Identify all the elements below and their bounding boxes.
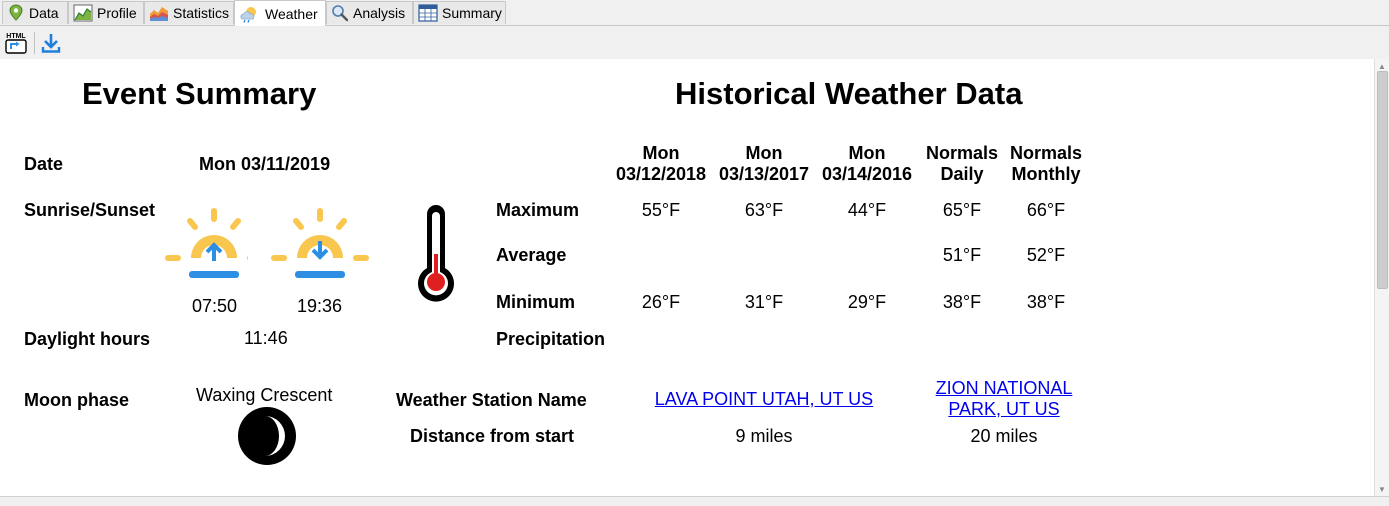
moon-phase-label: Moon phase: [24, 390, 130, 410]
minimum-normals-daily: 38°F: [942, 292, 982, 312]
sunset-icon: [271, 208, 369, 278]
col-header-normals-monthly-l1: Normals: [1009, 143, 1083, 163]
col-header-2016: Mon 03/14/2016: [818, 143, 916, 185]
tab-profile-label: Profile: [97, 5, 137, 21]
tab-analysis[interactable]: Analysis: [326, 1, 413, 24]
average-label: Average: [496, 245, 567, 265]
col-header-2016-date: 03/14/2016: [821, 164, 913, 184]
html-export-text: HTML: [6, 33, 26, 40]
tab-statistics[interactable]: Statistics: [144, 1, 234, 24]
maximum-normals-monthly: 66°F: [1026, 200, 1066, 220]
station-link-zion-line1: ZION NATIONAL: [935, 378, 1073, 398]
col-header-2018-day: Mon: [642, 143, 680, 163]
map-pin-icon: [9, 4, 23, 21]
tab-data-label: Data: [29, 5, 59, 21]
historical-weather-title: Historical Weather Data: [675, 76, 1023, 111]
sunrise-icon: [165, 208, 248, 278]
tab-summary-label: Summary: [442, 5, 502, 21]
profile-chart-icon: [73, 4, 93, 22]
daylight-hours-value: 11:46: [244, 328, 288, 348]
weather-cloud-icon: [240, 6, 256, 23]
station-link-zion-line2: PARK, UT US: [948, 399, 1060, 419]
scroll-down-arrow-icon[interactable]: ▼: [1375, 482, 1389, 496]
tab-profile[interactable]: Profile: [68, 1, 144, 24]
minimum-label: Minimum: [496, 292, 575, 312]
date-value: Mon 03/11/2019: [199, 154, 331, 174]
tab-summary[interactable]: Summary: [413, 1, 506, 24]
precipitation-label: Precipitation: [496, 329, 606, 349]
minimum-2016: 29°F: [847, 292, 887, 312]
col-header-normals-daily-l1: Normals: [925, 143, 999, 163]
col-header-normals-monthly: Normals Monthly: [1004, 143, 1088, 185]
col-header-2018: Mon 03/12/2018: [612, 143, 710, 185]
col-header-2016-day: Mon: [848, 143, 886, 163]
thermometer-icon: [418, 205, 454, 302]
sunrise-sunset-label: Sunrise/Sunset: [24, 200, 156, 220]
minimum-2018: 26°F: [641, 292, 681, 312]
maximum-2017: 63°F: [744, 200, 784, 220]
tab-statistics-label: Statistics: [173, 5, 230, 21]
maximum-2016: 44°F: [847, 200, 887, 220]
tab-data[interactable]: Data: [2, 1, 68, 24]
maximum-2018: 55°F: [641, 200, 681, 220]
tab-weather[interactable]: Weather: [234, 0, 326, 26]
col-header-2018-date: 03/12/2018: [615, 164, 707, 184]
moon-crescent-icon: [238, 407, 296, 465]
magnifier-icon: [332, 5, 349, 22]
export-html-button[interactable]: HTML: [3, 30, 29, 56]
col-header-2017-date: 03/13/2017: [718, 164, 810, 184]
download-icon: [41, 34, 61, 53]
scroll-thumb[interactable]: [1377, 71, 1388, 289]
table-icon: [418, 4, 438, 22]
event-summary-title: Event Summary: [82, 76, 317, 111]
distance-from-start-label: Distance from start: [410, 426, 575, 446]
maximum-normals-daily: 65°F: [942, 200, 982, 220]
station-link-zion[interactable]: ZION NATIONAL PARK, UT US: [924, 378, 1084, 420]
tab-bar: Data Profile Statistics Weather Analysis…: [0, 0, 1389, 26]
toolbar-separator: [34, 32, 35, 54]
toolbar: HTML: [0, 26, 1389, 59]
minimum-normals-monthly: 38°F: [1026, 292, 1066, 312]
daylight-hours-label: Daylight hours: [24, 329, 151, 349]
col-header-normals-monthly-l2: Monthly: [1011, 164, 1081, 184]
distance-lava-point: 9 miles: [735, 426, 793, 446]
download-button[interactable]: [38, 30, 64, 56]
tab-analysis-label: Analysis: [353, 5, 406, 21]
html-export-icon: HTML: [5, 33, 27, 54]
vertical-scrollbar[interactable]: ▲ ▼: [1374, 59, 1389, 496]
tab-weather-label: Weather: [265, 5, 318, 22]
station-link-lava-point[interactable]: LAVA POINT UTAH, UT US: [646, 389, 882, 410]
col-header-normals-daily: Normals Daily: [920, 143, 1004, 185]
date-label: Date: [24, 154, 64, 174]
moon-phase-value: Waxing Crescent: [196, 385, 333, 405]
average-normals-daily: 51°F: [942, 245, 982, 265]
col-header-normals-daily-l2: Daily: [940, 164, 984, 184]
minimum-2017: 31°F: [744, 292, 784, 312]
col-header-2017-day: Mon: [745, 143, 783, 163]
average-normals-monthly: 52°F: [1026, 245, 1066, 265]
maximum-label: Maximum: [496, 200, 580, 220]
weather-station-name-label: Weather Station Name: [396, 390, 587, 410]
sunrise-time: 07:50: [192, 296, 238, 316]
distance-zion: 20 miles: [970, 426, 1038, 446]
sunset-time: 19:36: [297, 296, 343, 316]
statistics-chart-icon: [150, 7, 168, 21]
col-header-2017: Mon 03/13/2017: [715, 143, 813, 185]
weather-report-panel: Event Summary Date Mon 03/11/2019 Sunris…: [0, 59, 1374, 496]
